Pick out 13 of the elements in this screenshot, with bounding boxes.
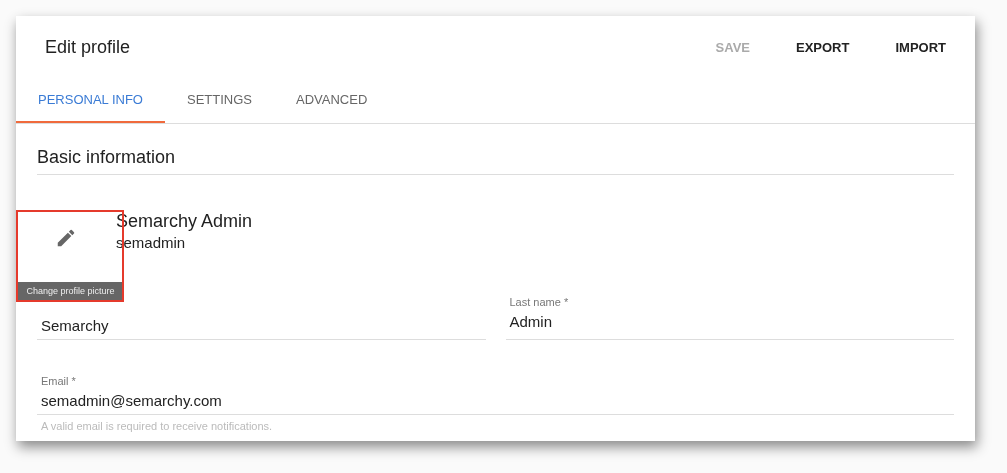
tab[interactable]: PERSONAL INFO bbox=[16, 78, 165, 123]
tab[interactable]: ADVANCED bbox=[274, 78, 390, 123]
text-field[interactable]: Last name * Admin bbox=[505, 296, 954, 340]
first-name-field[interactable]: Semarchy bbox=[37, 296, 486, 340]
email-field[interactable]: Email * semadmin@semarchy.com bbox=[37, 375, 954, 415]
section-title: Basic information bbox=[37, 124, 954, 175]
page-title: Edit profile bbox=[45, 36, 131, 58]
helper-text: A valid email is required to receive notifications. bbox=[40, 419, 274, 434]
pencil-icon[interactable] bbox=[55, 227, 77, 249]
action-button[interactable]: IMPORT bbox=[887, 33, 954, 61]
tooltip: Change profile picture bbox=[18, 282, 123, 300]
tab[interactable]: SETTINGS bbox=[165, 78, 274, 123]
action-button[interactable]: EXPORT bbox=[787, 33, 858, 61]
